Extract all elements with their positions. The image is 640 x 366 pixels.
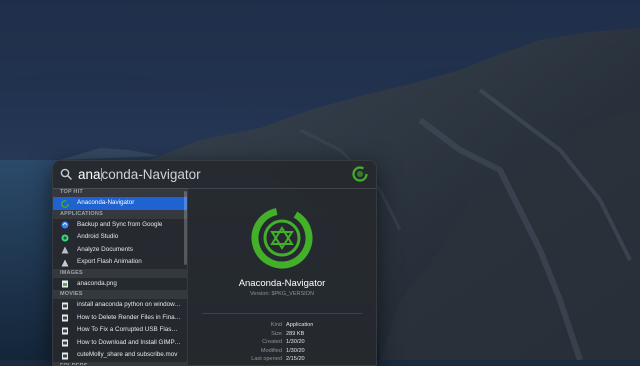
anaconda-icon [61, 200, 69, 208]
result-item-label: Analyze Documents [77, 246, 133, 253]
movie-file-icon [61, 352, 69, 360]
metadata-key: Kind [271, 321, 282, 330]
preview-version: Version: $PKG_VERSION [188, 291, 376, 297]
result-item-label: How to Download and Install GIMP o... [77, 339, 185, 346]
metadata-value: 289 KB [286, 330, 304, 339]
movie-file-icon [61, 327, 69, 335]
result-item[interactable]: Analyze Documents [53, 244, 187, 257]
metadata-key: Modified [261, 347, 282, 356]
metadata-value: 1/30/20 [286, 338, 305, 347]
section-header: IMAGES [53, 269, 187, 278]
result-item[interactable]: Export Flash Animation [53, 256, 187, 269]
section-header: MOVIES [53, 290, 187, 299]
result-item[interactable]: How to Download and Install GIMP o... [53, 337, 187, 350]
android-studio-icon [61, 234, 69, 242]
result-item-label: cuteMolly_share and subscribe.mov [77, 351, 177, 358]
metadata-key: Created [262, 338, 282, 347]
preview-metadata: KindApplicationSize289 KBCreated1/30/20M… [188, 321, 376, 364]
movie-file-icon [61, 314, 69, 322]
result-item-label: anaconda.png [77, 280, 117, 287]
search-icon [60, 168, 72, 180]
result-item-label: Anaconda-Navigator [77, 199, 134, 206]
result-item[interactable]: install anaconda python on windows... [53, 299, 187, 312]
result-item-label: Backup and Sync from Google [77, 221, 162, 228]
section-header: FOLDERS [53, 362, 187, 366]
metadata-value: 1/30/20 [286, 347, 305, 356]
result-item[interactable]: How to Delete Render Files in Final... [53, 312, 187, 325]
metadata-row: Modified 1/30/20 [188, 347, 376, 356]
preview-title: Anaconda-Navigator [188, 278, 376, 289]
results-scrollbar[interactable] [184, 191, 187, 265]
search-bar[interactable]: anaconda-Navigator [53, 161, 376, 189]
movie-file-icon [61, 302, 69, 310]
image-file-icon [61, 280, 69, 288]
search-completion-text: conda-Navigator [102, 167, 201, 182]
metadata-value: 2/15/20 [286, 355, 305, 364]
section-header: TOP HIT [53, 188, 187, 197]
search-input[interactable]: anaconda-Navigator [78, 167, 201, 182]
result-item[interactable]: Anaconda-Navigator [53, 197, 187, 210]
metadata-key: Size [271, 330, 282, 339]
backup-sync-icon [61, 221, 69, 229]
anaconda-navigator-logo-icon [250, 206, 314, 270]
result-item-label: install anaconda python on windows... [77, 301, 183, 308]
result-item-label: Android Studio [77, 233, 118, 240]
search-typed-text: ana [78, 167, 101, 182]
anaconda-icon [352, 166, 368, 182]
metadata-row: Created 1/30/20 [188, 338, 376, 347]
preview-divider [202, 313, 362, 314]
result-item[interactable]: How To Fix a Corrupted USB Flash D... [53, 324, 187, 337]
result-item-label: How To Fix a Corrupted USB Flash D... [77, 326, 186, 333]
result-item[interactable]: Backup and Sync from Google [53, 219, 187, 232]
preview-pane: Anaconda-Navigator Version: $PKG_VERSION… [188, 188, 376, 365]
spotlight-window: anaconda-Navigator TOP HITAnaconda-Navig… [52, 160, 377, 366]
metadata-row: Kind Application [188, 321, 376, 330]
result-item-label: Export Flash Animation [77, 258, 142, 265]
export-flash-icon [61, 259, 69, 267]
result-item[interactable]: Android Studio [53, 231, 187, 244]
result-item-label: How to Delete Render Files in Final... [77, 314, 181, 321]
movie-file-icon [61, 339, 69, 347]
section-header: APPLICATIONS [53, 210, 187, 219]
metadata-value: Application [286, 321, 313, 330]
results-list[interactable]: TOP HIT Anaconda-Navigator APPLICATIONS Bac… [53, 188, 188, 365]
metadata-key: Last opened [251, 355, 282, 364]
result-item[interactable]: anaconda.png [53, 278, 187, 291]
metadata-row: Size 289 KB [188, 330, 376, 339]
metadata-row: Last opened 2/15/20 [188, 355, 376, 364]
analyze-documents-icon [61, 246, 69, 254]
